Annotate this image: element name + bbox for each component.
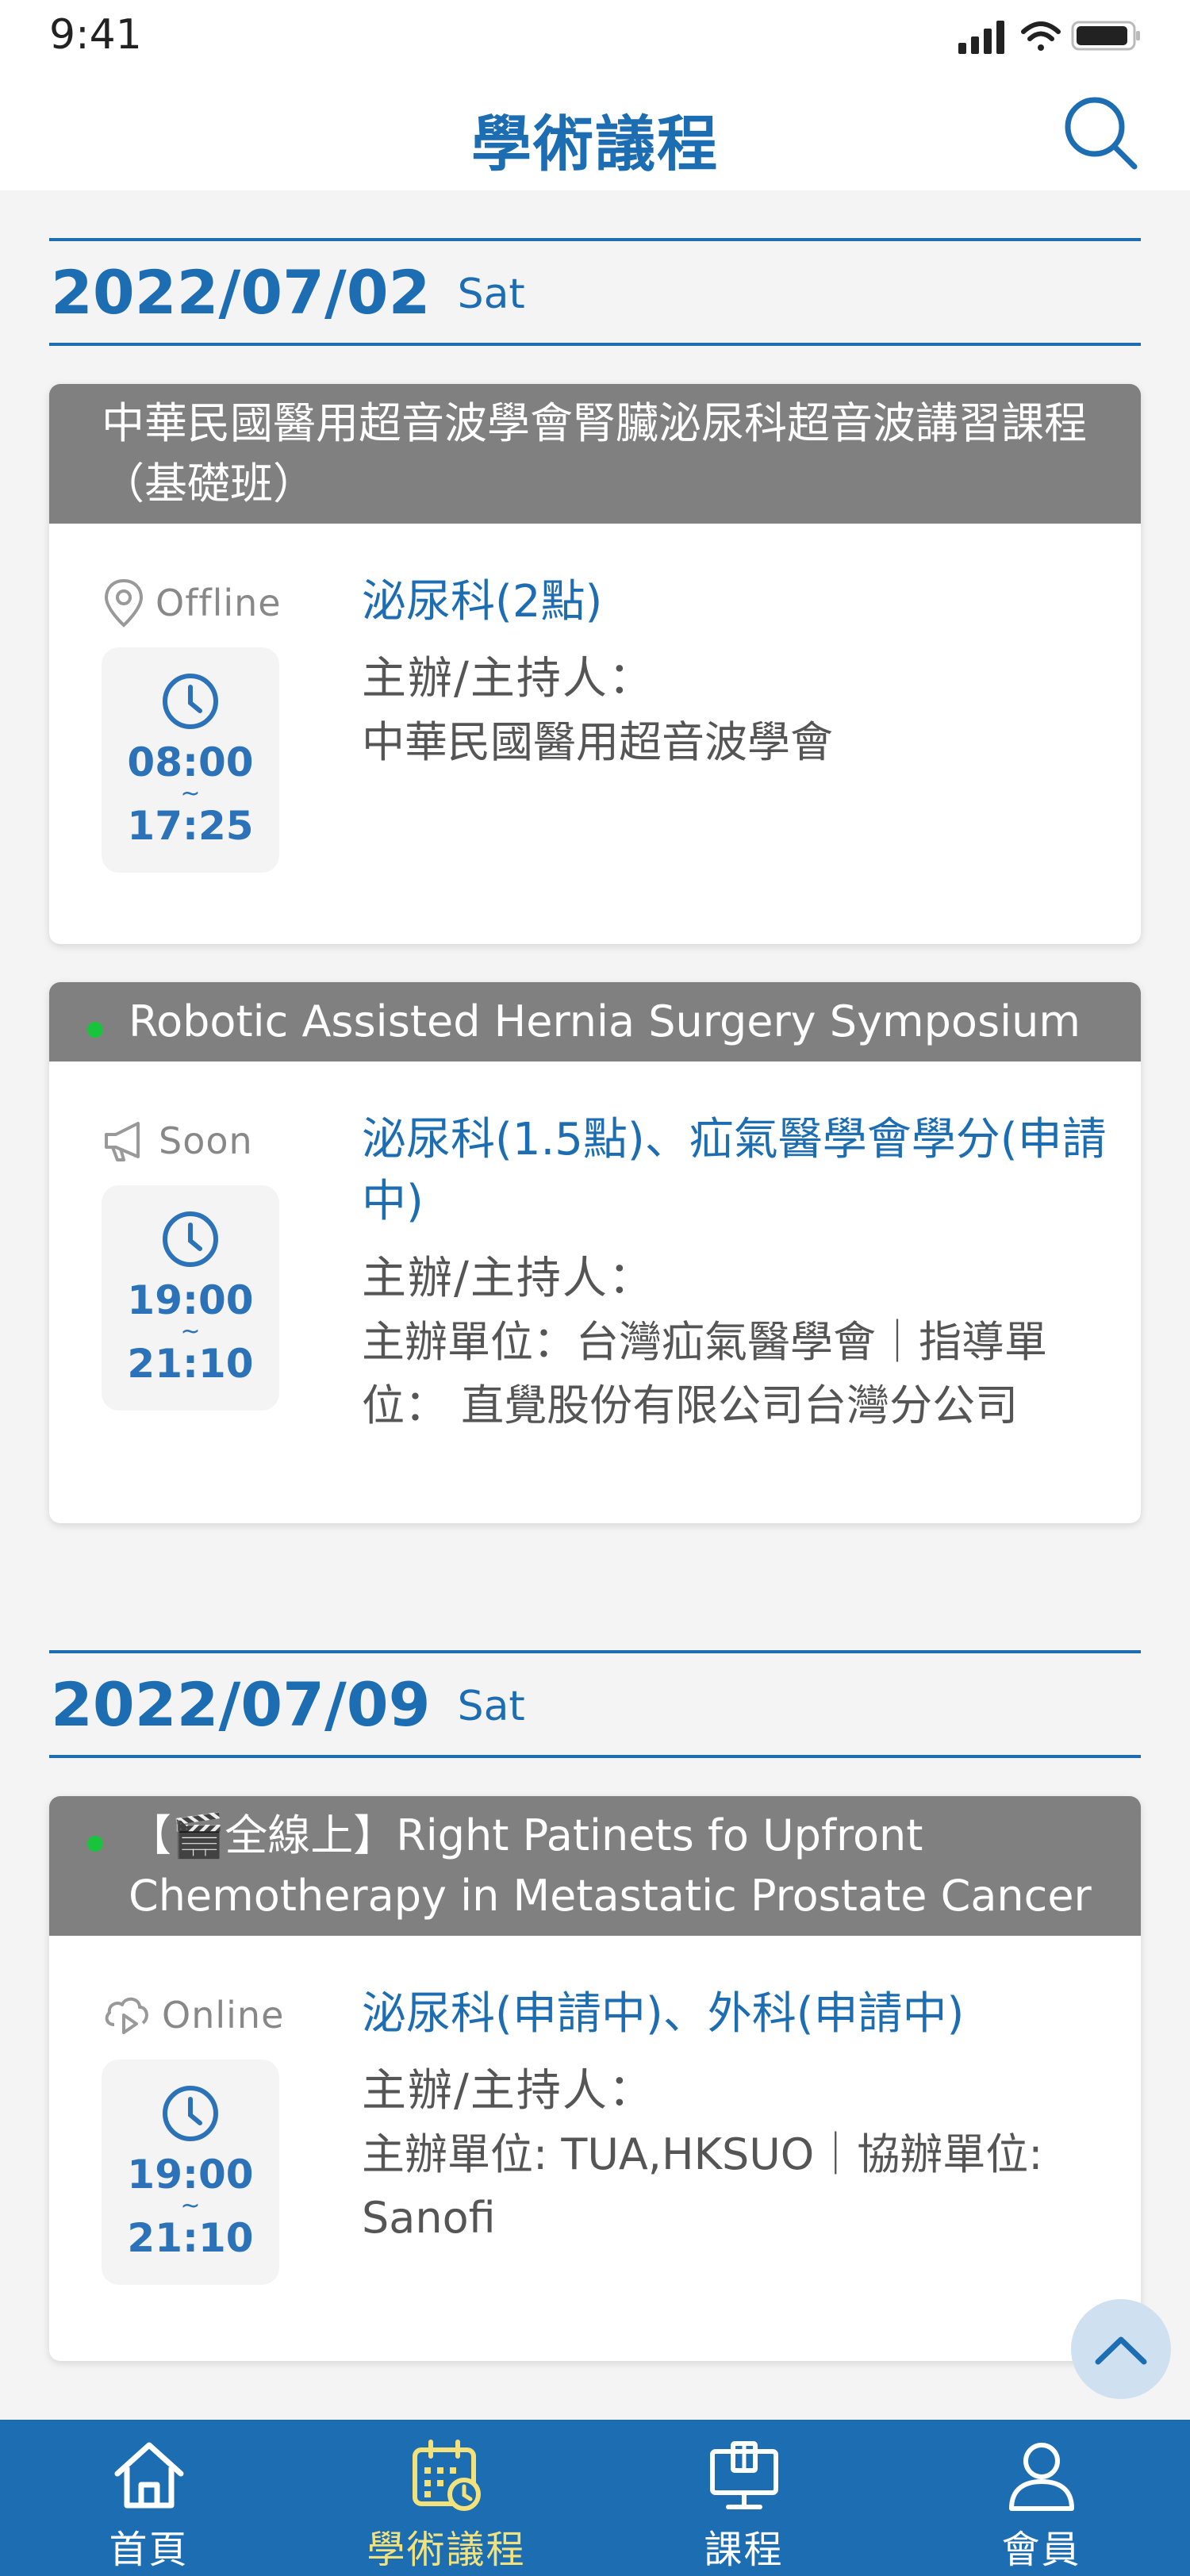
live-indicator — [87, 1022, 103, 1038]
tab-label: 首頁 — [109, 2528, 189, 2572]
event-status: Offline — [102, 571, 340, 635]
organizer: 主辦單位: TUA,HKSUO｜協辦單位: Sanofi — [362, 2129, 1043, 2243]
organizer: 中華民國醫用超音波學會 — [362, 717, 833, 767]
status-label: Online — [162, 1994, 285, 2037]
event-credits: 泌尿科(申請中)、外科(申請中) — [362, 1988, 965, 2040]
date-section: 2022/07/02 Sat 中華民國醫用超音波學會腎臟泌尿科超音波講習課程（基… — [49, 238, 1141, 1523]
end-time: 17:25 — [127, 803, 254, 849]
navigation-bar: 學術議程 — [0, 79, 1190, 190]
agenda-list: 2022/07/02 Sat 中華民國醫用超音波學會腎臟泌尿科超音波講習課程（基… — [49, 190, 1141, 2361]
event-card[interactable]: 中華民國醫用超音波學會腎臟泌尿科超音波講習課程（基礎班） Offline 08:… — [49, 384, 1141, 944]
time-box: 08:00 ~ 17:25 — [102, 647, 279, 873]
signal-icon — [958, 21, 1004, 54]
section-day: Sat — [457, 271, 525, 318]
date-section: 2022/07/09 Sat 【🎬全線上】Right Patinets fo U… — [49, 1650, 1141, 2361]
event-header: Robotic Assisted Hernia Surgery Symposiu… — [49, 982, 1141, 1061]
tab-label: 會員 — [1001, 2528, 1081, 2572]
tab-courses[interactable]: 課程 — [595, 2420, 892, 2576]
organizer-label: 主辦/主持人： — [362, 653, 654, 704]
tab-home[interactable]: 首頁 — [0, 2420, 298, 2576]
megaphone-icon — [105, 1122, 140, 1161]
page-title: 學術議程 — [471, 109, 719, 179]
tab-label: 課程 — [704, 2528, 784, 2572]
event-body: Online 19:00 ~ 21:10 泌尿科(申請中)、外科(申請中) 主辦… — [49, 1936, 1141, 2325]
tab-label: 學術議程 — [367, 2528, 526, 2572]
scroll-to-top-button[interactable] — [1071, 2299, 1171, 2399]
tab-member[interactable]: 會員 — [892, 2420, 1190, 2576]
clock-icon — [163, 674, 218, 729]
calendar-icon — [412, 2440, 481, 2511]
clock-icon — [163, 1211, 218, 1267]
event-title: 【🎬全線上】Right Patinets fo Upfront Chemothe… — [129, 1810, 1092, 1921]
status-time: 9:41 — [49, 11, 142, 59]
date-header: 2022/07/09 Sat — [49, 1650, 1141, 1758]
event-body: Soon 19:00 ~ 21:10 泌尿科(1.5點)、疝氣醫學會學分(申請中… — [49, 1061, 1141, 1477]
event-card[interactable]: Robotic Assisted Hernia Surgery Symposiu… — [49, 982, 1141, 1523]
end-time: 21:10 — [127, 1341, 254, 1387]
time-box: 19:00 ~ 21:10 — [102, 2060, 279, 2285]
time-box: 19:00 ~ 21:10 — [102, 1185, 279, 1411]
event-status: Soon — [102, 1109, 340, 1173]
home-icon — [114, 2442, 183, 2509]
tab-bar: 首頁 學術議程 課程 會員 — [0, 2420, 1190, 2576]
status-bar: 9:41 — [0, 0, 1190, 79]
event-title: 中華民國醫用超音波學會腎臟泌尿科超音波講習課程（基礎班） — [49, 384, 1141, 524]
time-separator: ~ — [180, 1318, 201, 1346]
start-time: 08:00 — [127, 739, 254, 785]
section-date: 2022/07/09 — [51, 1668, 431, 1740]
time-separator: ~ — [180, 780, 201, 808]
end-time: 21:10 — [127, 2215, 254, 2261]
clock-icon — [163, 2086, 218, 2141]
live-indicator — [87, 1836, 103, 1852]
event-credits: 泌尿科(1.5點)、疝氣醫學會學分(申請中) — [362, 1114, 1107, 1227]
event-body: Offline 08:00 ~ 17:25 泌尿科(2點) 主辦/主持人： 中華… — [49, 524, 1141, 912]
cloud-play-icon — [105, 1997, 148, 2034]
location-pin-icon — [104, 578, 144, 628]
start-time: 19:00 — [127, 2152, 254, 2198]
event-status: Online — [102, 1983, 340, 2047]
event-credits: 泌尿科(2點) — [362, 576, 603, 628]
chevron-up-icon — [1095, 2336, 1147, 2365]
organizer-label: 主辦/主持人： — [362, 1253, 654, 1304]
date-header: 2022/07/02 Sat — [49, 238, 1141, 346]
wifi-icon — [1021, 21, 1061, 51]
tab-agenda[interactable]: 學術議程 — [298, 2420, 595, 2576]
start-time: 19:00 — [127, 1277, 254, 1323]
time-separator: ~ — [180, 2192, 201, 2220]
search-button[interactable] — [1061, 92, 1141, 171]
status-label: Offline — [155, 582, 282, 624]
section-day: Sat — [457, 1683, 525, 1730]
search-icon — [1065, 97, 1138, 170]
event-card[interactable]: 【🎬全線上】Right Patinets fo Upfront Chemothe… — [49, 1796, 1141, 2361]
status-icons — [958, 17, 1141, 57]
organizer: 主辦單位：台灣疝氣醫學會｜指導單位： 直覺股份有限公司台灣分公司 — [362, 1317, 1047, 1430]
status-label: Soon — [159, 1119, 253, 1162]
event-title: Robotic Assisted Hernia Surgery Symposiu… — [129, 996, 1081, 1046]
event-header: 【🎬全線上】Right Patinets fo Upfront Chemothe… — [49, 1796, 1141, 1936]
monitor-icon — [709, 2441, 778, 2509]
user-icon — [1008, 2443, 1074, 2511]
section-date: 2022/07/02 — [51, 256, 431, 328]
organizer-label: 主辦/主持人： — [362, 2065, 654, 2117]
battery-icon — [1071, 21, 1140, 51]
